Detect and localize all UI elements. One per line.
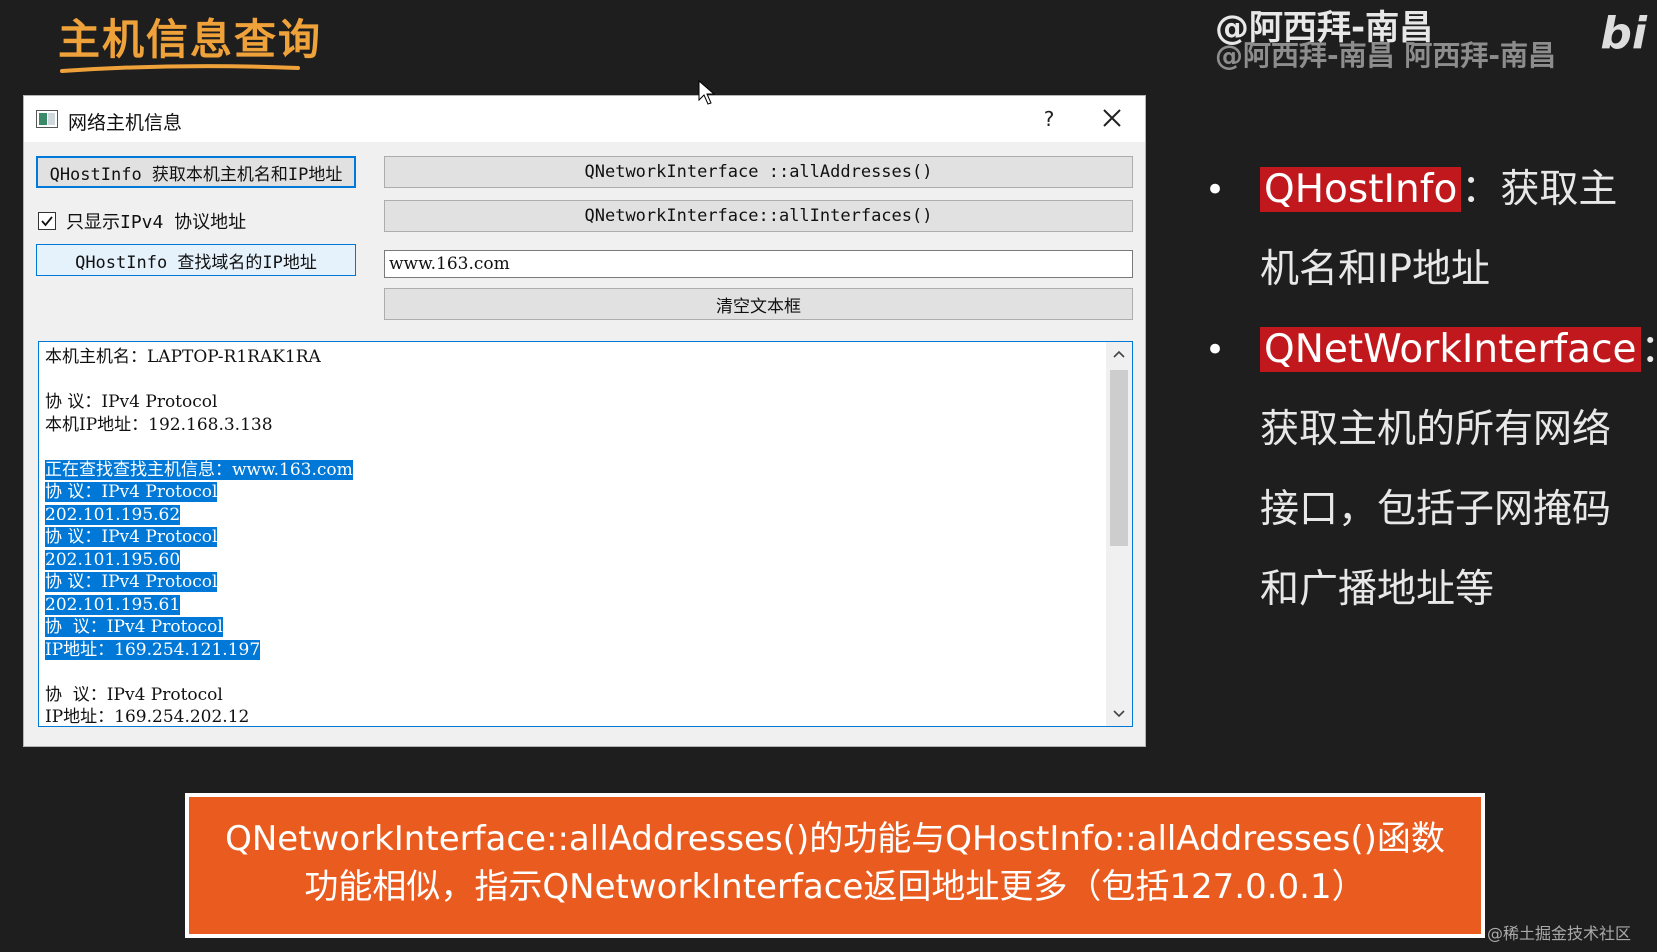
clear-text-button[interactable]: 清空文本框 <box>384 288 1133 320</box>
bullet-highlight: QNetWorkInterface <box>1260 327 1641 372</box>
output-line: 协 议：IPv4 Protocol <box>45 571 1085 594</box>
dialog-title: 网络主机信息 <box>68 112 183 134</box>
close-button[interactable] <box>1090 102 1134 136</box>
scroll-down-icon[interactable] <box>1110 704 1128 722</box>
lookup-domain-button[interactable]: QHostInfo 查找域名的IP地址 <box>36 244 356 276</box>
bilibili-logo: bi <box>1600 8 1647 59</box>
scrollbar-thumb[interactable] <box>1110 370 1128 546</box>
bullet-dot-icon: • <box>1205 330 1226 370</box>
output-line: 协 议：IPv4 Protocol <box>45 616 1085 639</box>
output-line: 协 议：IPv4 Protocol <box>45 481 1085 504</box>
output-line: 202.101.195.60 <box>45 549 1085 572</box>
output-line-text: 协 议：IPv4 Protocol <box>45 527 218 547</box>
vertical-scrollbar[interactable] <box>1106 342 1132 726</box>
top-watermark: @阿西拜-南昌 @阿西拜-南昌 阿西拜-南昌 bi <box>1215 0 1657 72</box>
output-line-text: 本机主机名：LAPTOP-R1RAK1RA <box>45 347 321 367</box>
callout-line2: 功能相似，指示QNetworkInterface返回地址更多（包括127.0.0… <box>304 867 1366 907</box>
bullet-qhostinfo: • QHostInfo ：获取主机名和IP地址 <box>1205 150 1645 310</box>
output-line: 协 议：IPv4 Protocol <box>45 684 1085 707</box>
all-interfaces-button[interactable]: QNetworkInterface::allInterfaces() <box>384 200 1133 232</box>
site-watermark: @稀土掘金技术社区 <box>1487 924 1632 943</box>
watermark-line2: @阿西拜-南昌 阿西拜-南昌 <box>1215 39 1556 72</box>
output-line-text: 协 议：IPv4 Protocol <box>45 482 218 502</box>
network-host-dialog: 网络主机信息 ? QHostInfo 获取本机主机名和IP地址 QNetwork… <box>23 95 1146 747</box>
output-textarea[interactable]: 本机主机名：LAPTOP-R1RAK1RA 协 议：IPv4 Protocol 本机… <box>38 341 1133 727</box>
output-line: 本机主机名：LAPTOP-R1RAK1RA <box>45 346 1085 369</box>
output-line-text: 协 议：IPv4 Protocol <box>45 572 218 592</box>
output-line-text: 本机IP地址：192.168.3.138 <box>45 414 273 435</box>
all-addresses-button[interactable]: QNetworkInterface ::allAddresses() <box>384 156 1133 188</box>
output-line-text: 正在查找查找主机信息：www.163.com <box>45 459 353 480</box>
bullet-qnetworkinterface: • QNetWorkInterface：获取主机的所有网络接口，包括子网掩码和广… <box>1205 310 1657 630</box>
ipv4-only-checkbox[interactable] <box>38 212 56 230</box>
slide-title: 主机信息查询 <box>58 15 323 64</box>
checkmark-icon <box>41 216 53 227</box>
domain-input[interactable]: www.163.com <box>384 250 1133 278</box>
output-line-text: 协 议：IPv4 Protocol <box>45 392 218 412</box>
output-line-text: IP地址：169.254.202.12 <box>45 707 250 727</box>
summary-callout: QNetworkInterface::allAddresses()的功能与QHo… <box>185 793 1485 938</box>
mouse-cursor-icon <box>698 80 716 105</box>
output-line-text: 202.101.195.61 <box>45 594 181 615</box>
output-text: 本机主机名：LAPTOP-R1RAK1RA 协 议：IPv4 Protocol 本机… <box>45 346 1085 727</box>
output-line: 协 议：IPv4 Protocol <box>45 391 1085 414</box>
output-line-text: IP地址：169.254.121.197 <box>45 639 261 660</box>
output-line: IP地址：169.254.202.12 <box>45 706 1085 727</box>
title-underline <box>60 64 300 73</box>
help-button[interactable]: ? <box>1029 102 1069 136</box>
close-icon <box>1103 109 1121 127</box>
ipv4-only-checkbox-row[interactable]: 只显示IPv4 协议地址 <box>38 208 246 234</box>
output-line: 本机IP地址：192.168.3.138 <box>45 414 1085 437</box>
output-line-text: 202.101.195.62 <box>45 504 181 525</box>
scroll-up-icon[interactable] <box>1110 346 1128 364</box>
output-line: 协 议：IPv4 Protocol <box>45 526 1085 549</box>
bullet-dot-icon: • <box>1205 170 1226 210</box>
bullet-highlight: QHostInfo <box>1260 167 1462 212</box>
output-line: 正在查找查找主机信息：www.163.com <box>45 459 1085 482</box>
bullet-list: • QHostInfo ：获取主机名和IP地址 • QNetWorkInterfa… <box>1205 150 1657 630</box>
output-line: IP地址：169.254.121.197 <box>45 639 1085 662</box>
dialog-titlebar[interactable]: 网络主机信息 ? <box>24 96 1145 142</box>
output-line: 202.101.195.62 <box>45 504 1085 527</box>
output-line-text: 协 议：IPv4 Protocol <box>45 617 223 637</box>
window-app-icon <box>36 110 58 128</box>
output-line: 202.101.195.61 <box>45 594 1085 617</box>
callout-line1: QNetworkInterface::allAddresses()的功能与QHo… <box>225 819 1445 859</box>
output-line-text: 202.101.195.60 <box>45 549 181 570</box>
get-local-host-button[interactable]: QHostInfo 获取本机主机名和IP地址 <box>36 156 356 188</box>
output-line-text: 协 议：IPv4 Protocol <box>45 684 223 705</box>
ipv4-only-label: 只显示IPv4 协议地址 <box>66 212 247 233</box>
